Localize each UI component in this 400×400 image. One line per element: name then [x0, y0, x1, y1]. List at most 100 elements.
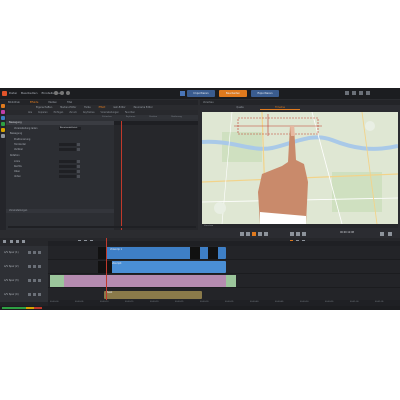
help-icon[interactable] [345, 91, 349, 95]
prop-label: Bewegung [10, 132, 23, 135]
vertical-field[interactable] [59, 148, 76, 151]
map-image [202, 112, 398, 224]
properties-header[interactable]: Bewegung [6, 121, 114, 125]
prop-label: Links [14, 160, 20, 163]
track-header[interactable]: A/V Spur (1) [0, 246, 48, 260]
prop-row-rotation[interactable]: Rotation [6, 153, 114, 158]
tab-import[interactable]: Importieren [187, 90, 215, 97]
titles-icon[interactable] [1, 116, 5, 120]
clip-thumbnail [208, 247, 218, 259]
track-header[interactable]: A/V Spur (3) [0, 274, 48, 288]
vertical-stepper[interactable] [77, 148, 80, 151]
track-name: A/V Spur (4) [4, 293, 19, 296]
top-field[interactable] [59, 170, 76, 173]
minimize-icon[interactable] [352, 91, 356, 95]
preset-select[interactable]: Benutzerdefiniert [59, 127, 81, 130]
step-back-icon[interactable] [246, 232, 250, 236]
speaker-icon[interactable] [33, 293, 36, 296]
horizontal-field[interactable] [59, 143, 76, 146]
horizontal-stepper[interactable] [77, 143, 80, 146]
eye-icon[interactable] [28, 293, 31, 296]
prop-row-motion[interactable]: Bewegung [6, 131, 114, 136]
bottom-stepper[interactable] [77, 175, 80, 178]
track-toggles [28, 265, 41, 268]
speaker-icon[interactable] [33, 251, 36, 254]
bottom-field[interactable] [59, 175, 76, 178]
lock-icon[interactable] [38, 251, 41, 254]
panel-scrollbar[interactable] [8, 226, 196, 228]
go-end-icon[interactable] [264, 232, 268, 236]
window-buttons [345, 91, 370, 95]
strip-label: Position [149, 116, 158, 118]
track-toggles [28, 293, 41, 296]
go-start-icon[interactable] [240, 232, 244, 236]
lock-icon[interactable] [38, 293, 41, 296]
track-header[interactable]: A/V Spur (2) [0, 260, 48, 274]
magnet-icon[interactable] [22, 240, 25, 243]
preview-video-frame[interactable] [202, 112, 398, 224]
preview-timecode[interactable]: 00:00:12:08 [340, 231, 354, 234]
speaker-icon[interactable] [33, 265, 36, 268]
right-stepper[interactable] [77, 165, 80, 168]
timeline-playhead[interactable] [106, 238, 107, 306]
map-clip[interactable]: Karte.mp4 [98, 261, 226, 273]
gear-icon[interactable] [1, 134, 5, 138]
title-bar: Datei Bearbeiten Einstellungen Importier… [0, 88, 400, 99]
keyframe-area[interactable] [114, 121, 198, 230]
eye-icon[interactable] [28, 279, 31, 282]
close-icon[interactable] [366, 91, 370, 95]
maximize-icon[interactable] [359, 91, 363, 95]
eye-icon[interactable] [28, 251, 31, 254]
prop-label: Oben [14, 170, 21, 173]
undo-icon[interactable] [54, 91, 58, 95]
keyframe-playhead[interactable] [121, 121, 122, 230]
effects-icon[interactable] [1, 104, 5, 108]
video-clip[interactable]: Videoclip 1 [98, 247, 226, 259]
menu-file[interactable]: Datei [9, 91, 17, 95]
play-icon[interactable] [252, 232, 256, 236]
tab-timeline[interactable]: Timeline [260, 105, 300, 110]
clip-thumbnail [190, 247, 200, 259]
menu-edit[interactable]: Bearbeiten [21, 91, 37, 95]
settings-icon[interactable] [3, 240, 6, 243]
presets-footer[interactable]: Voreinstellungen [6, 209, 114, 213]
prop-label: Rechts [14, 165, 22, 168]
mark-out-icon[interactable] [302, 232, 306, 236]
delete-icon[interactable] [16, 240, 19, 243]
save-icon[interactable] [66, 91, 70, 95]
redo-icon[interactable] [60, 91, 64, 95]
track-toggles [28, 279, 41, 282]
tick-label: 00:00:05 [75, 301, 84, 303]
lock-icon[interactable] [38, 279, 41, 282]
loop-icon[interactable] [290, 232, 294, 236]
step-forward-icon[interactable] [258, 232, 262, 236]
tick-label: 00:00:45 [275, 301, 284, 303]
tab-edit[interactable]: Bearbeiten [219, 90, 247, 97]
clip-thumbnail [98, 247, 106, 259]
audio-clip[interactable]: Musik [104, 291, 202, 299]
eye-icon[interactable] [28, 265, 31, 268]
prop-row-vertical: Vertikal [6, 147, 114, 152]
tab-source[interactable]: Quelle [220, 105, 260, 110]
tab-export[interactable]: Exportieren [251, 90, 279, 97]
left-field[interactable] [59, 160, 76, 163]
left-stepper[interactable] [77, 160, 80, 163]
right-field[interactable] [59, 165, 76, 168]
transitions-icon[interactable] [1, 110, 5, 114]
media-icon[interactable] [1, 128, 5, 132]
track-name: A/V Spur (3) [4, 279, 19, 282]
overlay-clip[interactable] [50, 275, 236, 287]
preview-title: Vorschau [203, 101, 214, 104]
lock-icon[interactable] [38, 265, 41, 268]
keyframe-ruler[interactable] [114, 121, 198, 125]
track-header[interactable]: A/V Spur (4) [0, 288, 48, 302]
speaker-icon[interactable] [33, 279, 36, 282]
fullscreen-icon[interactable] [380, 232, 384, 236]
top-stepper[interactable] [77, 170, 80, 173]
tick-label: 00:00:00 [50, 301, 59, 303]
home-icon[interactable] [180, 91, 185, 96]
razor-icon[interactable] [10, 240, 13, 243]
volume-icon[interactable] [388, 232, 392, 236]
mark-in-icon[interactable] [296, 232, 300, 236]
audio-icon[interactable] [1, 122, 5, 126]
